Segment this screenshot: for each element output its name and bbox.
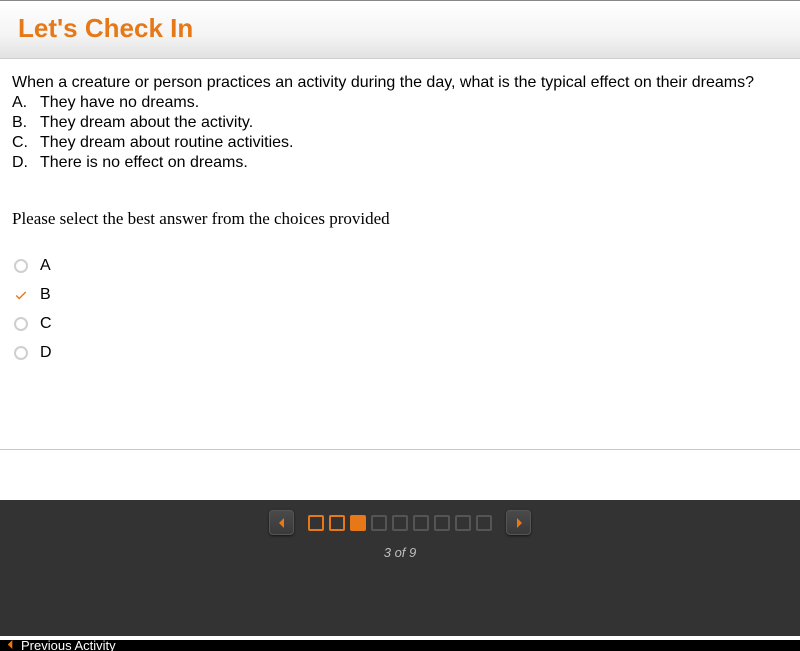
check-icon	[14, 288, 28, 302]
answer-choice-b[interactable]: B	[14, 286, 788, 304]
option-letter: C.	[12, 133, 40, 153]
radio-unchecked-icon	[14, 259, 28, 273]
page-indicator-boxes	[308, 515, 492, 531]
answer-label: A	[40, 257, 51, 275]
instruction-text: Please select the best answer from the c…	[12, 209, 788, 229]
question-option: D.There is no effect on dreams.	[12, 153, 788, 173]
arrow-right-icon	[514, 517, 524, 529]
answer-label: D	[40, 344, 52, 362]
arrow-left-icon	[277, 517, 287, 529]
nav-row	[261, 510, 539, 535]
answer-list: A B C D	[14, 257, 788, 362]
spacer	[0, 450, 800, 500]
option-letter: B.	[12, 113, 40, 133]
previous-activity-label: Previous Activity	[21, 640, 116, 651]
option-text: They have no dreams.	[40, 94, 199, 111]
answer-label: C	[40, 315, 52, 333]
page-title: Let's Check In	[18, 13, 782, 44]
page-box-2[interactable]	[329, 515, 345, 531]
page-box-3[interactable]	[350, 515, 366, 531]
option-text: They dream about routine activities.	[40, 134, 293, 151]
previous-activity-button[interactable]: Previous Activity	[6, 640, 116, 651]
question-prompt: When a creature or person practices an a…	[12, 73, 788, 93]
option-letter: A.	[12, 93, 40, 113]
radio-unchecked-icon	[14, 346, 28, 360]
option-letter: D.	[12, 153, 40, 173]
page-box-1[interactable]	[308, 515, 324, 531]
answer-choice-d[interactable]: D	[14, 344, 788, 362]
header: Let's Check In	[0, 1, 800, 59]
page-box-7[interactable]	[434, 515, 450, 531]
answer-label: B	[40, 286, 51, 304]
navigation-bar: 3 of 9	[0, 500, 800, 636]
option-text: There is no effect on dreams.	[40, 154, 248, 171]
option-text: They dream about the activity.	[40, 114, 253, 131]
question-option: C.They dream about routine activities.	[12, 133, 788, 153]
page-box-6[interactable]	[413, 515, 429, 531]
footer-bar: Previous Activity	[0, 640, 800, 651]
page-indicator-text: 3 of 9	[384, 545, 417, 560]
answer-choice-c[interactable]: C	[14, 315, 788, 333]
prev-page-button[interactable]	[269, 510, 294, 535]
page-box-9[interactable]	[476, 515, 492, 531]
question-option: A.They have no dreams.	[12, 93, 788, 113]
arrow-left-icon	[6, 640, 15, 651]
page-box-8[interactable]	[455, 515, 471, 531]
content-area: When a creature or person practices an a…	[0, 59, 800, 449]
question-option: B.They dream about the activity.	[12, 113, 788, 133]
page-box-5[interactable]	[392, 515, 408, 531]
radio-unchecked-icon	[14, 317, 28, 331]
next-page-button[interactable]	[506, 510, 531, 535]
question-block: When a creature or person practices an a…	[12, 73, 788, 173]
page-box-4[interactable]	[371, 515, 387, 531]
answer-choice-a[interactable]: A	[14, 257, 788, 275]
